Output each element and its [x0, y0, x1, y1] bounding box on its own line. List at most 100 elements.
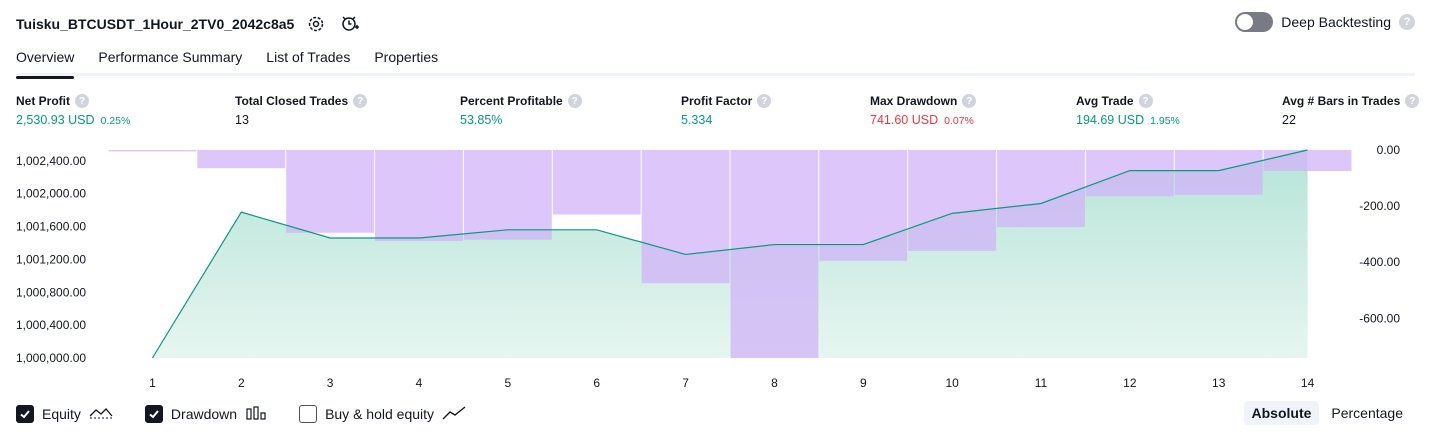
drawdown-bar	[286, 150, 375, 233]
left-axis-tick: 1,002,400.00	[16, 154, 86, 168]
drawdown-bar	[997, 150, 1085, 228]
buy-hold-checkbox[interactable]	[299, 405, 318, 423]
equity-line-icon	[89, 405, 113, 424]
metric-net-profit: Net Profit? 2,530.93 USD 0.25%	[16, 94, 130, 127]
metric-label: Avg # Bars in Trades	[1282, 94, 1401, 108]
metric-max-drawdown: Max Drawdown? 741.60 USD 0.07%	[870, 94, 977, 127]
deep-backtesting-toggle[interactable]	[1235, 12, 1274, 32]
mode-absolute-button[interactable]: Absolute	[1243, 401, 1320, 425]
drawdown-bar	[197, 150, 286, 169]
right-axis-tick: 0.00	[1377, 143, 1401, 157]
metric-percent: 0.07%	[944, 115, 974, 127]
chart-legend: Equity Drawdown Buy & hold equity	[16, 402, 484, 426]
help-icon[interactable]: ?	[1138, 94, 1153, 108]
buy-hold-line-icon	[442, 405, 466, 424]
x-axis-tick: 14	[1301, 376, 1315, 390]
metric-label: Max Drawdown	[870, 94, 958, 108]
strategy-title: Tuisku_BTCUSDT_1Hour_2TV0_2042c8a5	[16, 16, 295, 32]
left-axis-tick: 1,000,400.00	[16, 318, 86, 332]
report-tabs: Overview Performance Summary List of Tra…	[16, 46, 1415, 79]
legend-label: Drawdown	[170, 406, 238, 422]
legend-drawdown[interactable]: Drawdown	[144, 405, 267, 424]
x-axis-tick: 5	[505, 376, 512, 390]
drawdown-bar	[730, 150, 819, 358]
equity-drawdown-chart[interactable]: 1,002,400.00 1,002,000.00 1,001,600.00 1,00…	[0, 140, 1431, 396]
drawdown-bars-icon	[245, 405, 267, 424]
metric-label: Total Closed Trades	[235, 94, 349, 108]
x-axis-tick: 10	[945, 376, 959, 390]
metric-profit-factor: Profit Factor? 5.334	[681, 94, 772, 127]
metric-percent: 0.25%	[100, 115, 131, 127]
left-axis-tick: 1,002,000.00	[16, 187, 86, 201]
legend-equity[interactable]: Equity	[16, 405, 113, 424]
drawdown-bar	[1174, 150, 1263, 195]
legend-label: Equity	[42, 406, 81, 422]
x-axis-tick: 1	[149, 376, 156, 390]
metric-label: Net Profit	[16, 94, 70, 108]
left-axis-tick: 1,000,800.00	[16, 285, 86, 299]
right-axis-tick: -200.00	[1359, 199, 1400, 213]
x-axis-tick: 9	[860, 376, 867, 390]
help-icon[interactable]: ?	[1405, 94, 1420, 108]
help-icon[interactable]: ?	[757, 94, 772, 108]
left-axis-tick: 1,001,600.00	[16, 220, 86, 234]
scale-mode-switch: Absolute Percentage	[1243, 401, 1412, 425]
settings-icon[interactable]	[304, 12, 328, 36]
drawdown-bar	[641, 150, 730, 284]
metric-value: 194.69 USD	[1076, 113, 1145, 127]
legend-label: Buy & hold equity	[325, 406, 435, 422]
x-axis-tick: 6	[593, 376, 600, 390]
drawdown-bar	[908, 150, 997, 251]
x-axis-tick: 7	[682, 376, 689, 390]
metric-value: 2,530.93 USD	[16, 113, 95, 127]
metric-label: Percent Profitable	[460, 94, 563, 108]
metric-total-closed-trades: Total Closed Trades? 13	[235, 94, 368, 127]
deep-backtesting-control: Deep Backtesting ?	[1235, 12, 1415, 32]
help-icon[interactable]: ?	[1399, 14, 1415, 30]
metric-percent: 1.95%	[1150, 115, 1180, 127]
metric-value: 5.334	[681, 113, 713, 127]
tab-properties[interactable]: Properties	[374, 46, 438, 76]
drawdown-bar	[552, 150, 641, 215]
drawdown-checkbox[interactable]	[144, 405, 163, 423]
drawdown-bar	[375, 150, 463, 242]
equity-checkbox[interactable]	[16, 405, 34, 423]
drawdown-bar	[1263, 150, 1352, 172]
help-icon[interactable]: ?	[962, 94, 977, 108]
drawdown-bar	[1085, 150, 1174, 197]
right-axis-tick: -600.00	[1359, 311, 1400, 325]
right-axis-tick: -400.00	[1359, 255, 1400, 269]
legend-buy-hold-equity[interactable]: Buy & hold equity	[299, 405, 466, 424]
drawdown-bar	[108, 150, 197, 152]
x-axis-tick: 2	[238, 376, 245, 390]
x-axis-tick: 11	[1035, 376, 1048, 390]
x-axis-tick: 3	[327, 376, 334, 390]
metric-percent-profitable: Percent Profitable? 53.85%	[460, 94, 582, 127]
metric-value: 13	[235, 113, 249, 127]
strategy-header: Tuisku_BTCUSDT_1Hour_2TV0_2042c8a5	[16, 12, 362, 36]
toggle-knob	[1237, 14, 1254, 30]
metric-value: 53.85%	[460, 113, 503, 127]
tab-overview[interactable]: Overview	[16, 46, 75, 79]
tab-performance-summary[interactable]: Performance Summary	[98, 46, 242, 76]
help-icon[interactable]: ?	[75, 94, 89, 108]
metric-value: 22	[1282, 113, 1296, 127]
x-axis-tick: 13	[1212, 376, 1226, 390]
x-axis-tick: 12	[1123, 376, 1137, 390]
left-axis-tick: 1,001,200.00	[16, 252, 86, 266]
deep-backtesting-label: Deep Backtesting	[1281, 14, 1391, 30]
metric-label: Profit Factor	[681, 94, 753, 108]
metric-avg-trade: Avg Trade? 194.69 USD 1.95%	[1076, 94, 1180, 127]
tab-list-of-trades[interactable]: List of Trades	[266, 46, 350, 76]
add-alert-icon[interactable]	[338, 12, 362, 36]
mode-percentage-button[interactable]: Percentage	[1323, 401, 1411, 425]
drawdown-bar	[463, 150, 552, 240]
help-icon[interactable]: ?	[567, 94, 582, 108]
x-axis-tick: 4	[416, 376, 423, 390]
help-icon[interactable]: ?	[353, 94, 368, 108]
x-axis-tick: 8	[771, 376, 778, 390]
metrics-row: Net Profit? 2,530.93 USD 0.25% Total Clos…	[0, 94, 1431, 134]
left-axis-tick: 1,000,000.00	[16, 351, 86, 365]
metric-avg-bars-in-trades: Avg # Bars in Trades? 22	[1282, 94, 1420, 127]
metric-label: Avg Trade	[1076, 94, 1134, 108]
